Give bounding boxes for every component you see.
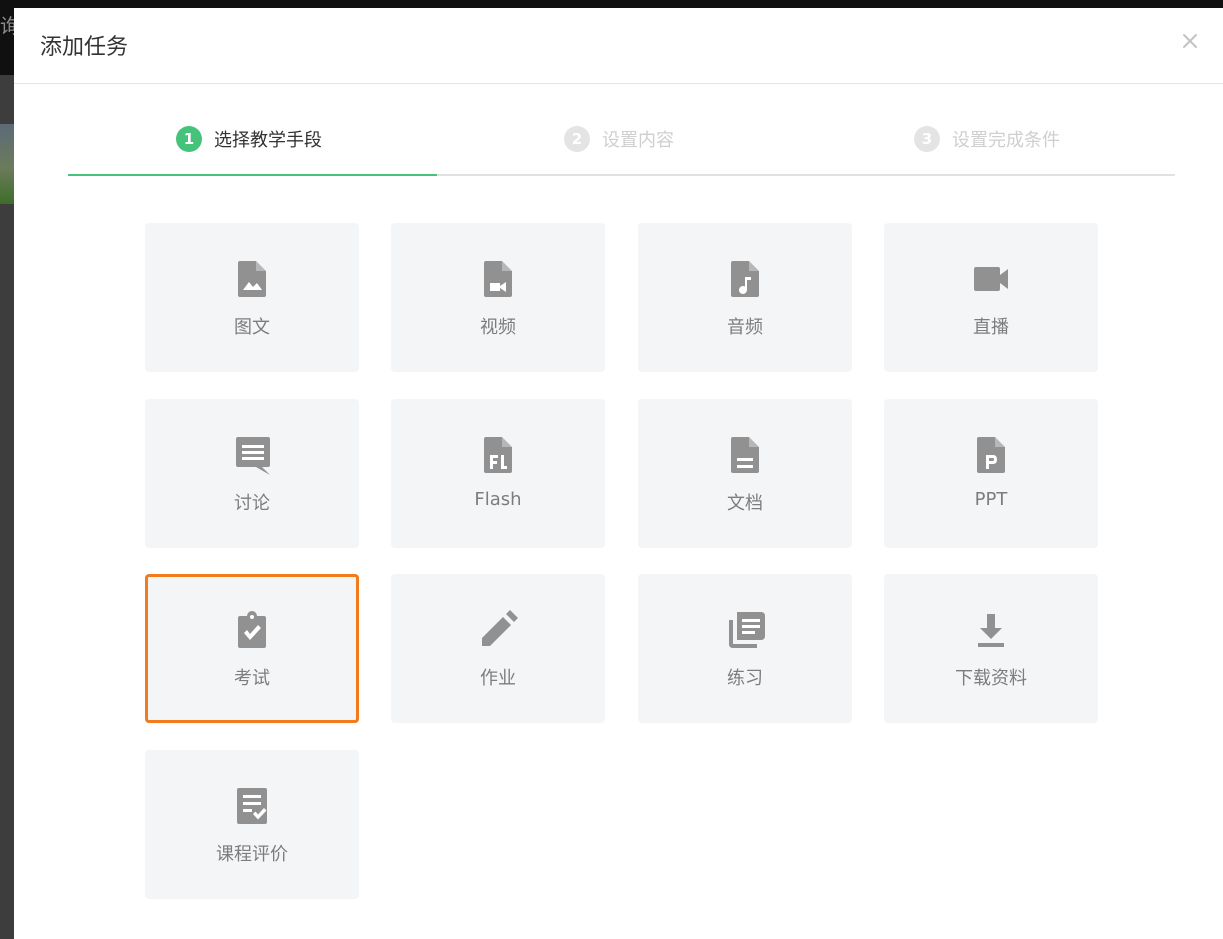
step-label: 设置内容 [602, 130, 674, 151]
clipboard-check-icon [148, 610, 356, 650]
step-number: 2 [564, 126, 590, 152]
close-icon[interactable] [1177, 28, 1203, 54]
task-type-video[interactable]: 视频 [391, 223, 605, 372]
checklist-icon [145, 786, 359, 826]
step-select-method[interactable]: 1 选择教学手段 [176, 125, 322, 153]
comment-icon [145, 435, 359, 475]
task-type-live[interactable]: 直播 [884, 223, 1098, 372]
pencil-icon [391, 610, 605, 650]
backdrop-side [0, 75, 14, 939]
tile-label: 图文 [234, 317, 270, 338]
step-label: 选择教学手段 [214, 130, 322, 151]
video-camera-icon [884, 259, 1098, 299]
tile-label: 视频 [480, 317, 516, 338]
tile-label: 下载资料 [955, 668, 1027, 689]
tile-label: Flash [474, 489, 522, 510]
tile-label: 讨论 [234, 493, 270, 514]
dialog-header: 添加任务 [14, 8, 1223, 84]
task-type-audio[interactable]: 音频 [638, 223, 852, 372]
tile-label: 作业 [480, 668, 516, 689]
backdrop-thumbnail [0, 124, 14, 204]
tile-label: 练习 [727, 668, 763, 689]
document-icon [638, 435, 852, 475]
step-set-completion[interactable]: 3 设置完成条件 [914, 125, 1060, 153]
task-type-homework[interactable]: 作业 [391, 574, 605, 723]
tile-label: 音频 [727, 317, 763, 338]
step-indicator: 1 选择教学手段 2 设置内容 3 设置完成条件 [68, 108, 1175, 176]
add-task-dialog: 添加任务 1 选择教学手段 2 设置内容 3 设置完成条件 图文 视频 音频 直… [14, 8, 1223, 939]
task-type-practice[interactable]: 练习 [638, 574, 852, 723]
image-file-icon [145, 259, 359, 299]
task-type-document[interactable]: 文档 [638, 399, 852, 548]
task-type-discussion[interactable]: 讨论 [145, 399, 359, 548]
flash-file-icon [391, 435, 605, 475]
tile-label: 考试 [234, 668, 270, 689]
download-icon [884, 610, 1098, 650]
task-type-ppt[interactable]: PPT [884, 399, 1098, 548]
task-type-exam[interactable]: 考试 [145, 574, 359, 723]
task-type-download[interactable]: 下载资料 [884, 574, 1098, 723]
task-type-course-evaluation[interactable]: 课程评价 [145, 750, 359, 899]
audio-file-icon [638, 259, 852, 299]
tile-label: 课程评价 [216, 844, 288, 865]
step-number: 1 [176, 126, 202, 152]
step-label: 设置完成条件 [952, 130, 1060, 151]
step-number: 3 [914, 126, 940, 152]
dialog-title: 添加任务 [40, 35, 129, 60]
task-type-flash[interactable]: Flash [391, 399, 605, 548]
tile-label: PPT [974, 489, 1008, 510]
tile-label: 直播 [973, 317, 1009, 338]
video-file-icon [391, 259, 605, 299]
step-set-content[interactable]: 2 设置内容 [564, 125, 674, 153]
library-books-icon [638, 610, 852, 650]
tile-label: 文档 [727, 493, 763, 514]
task-type-graphic[interactable]: 图文 [145, 223, 359, 372]
ppt-file-icon [884, 435, 1098, 475]
step-progress [68, 174, 437, 176]
